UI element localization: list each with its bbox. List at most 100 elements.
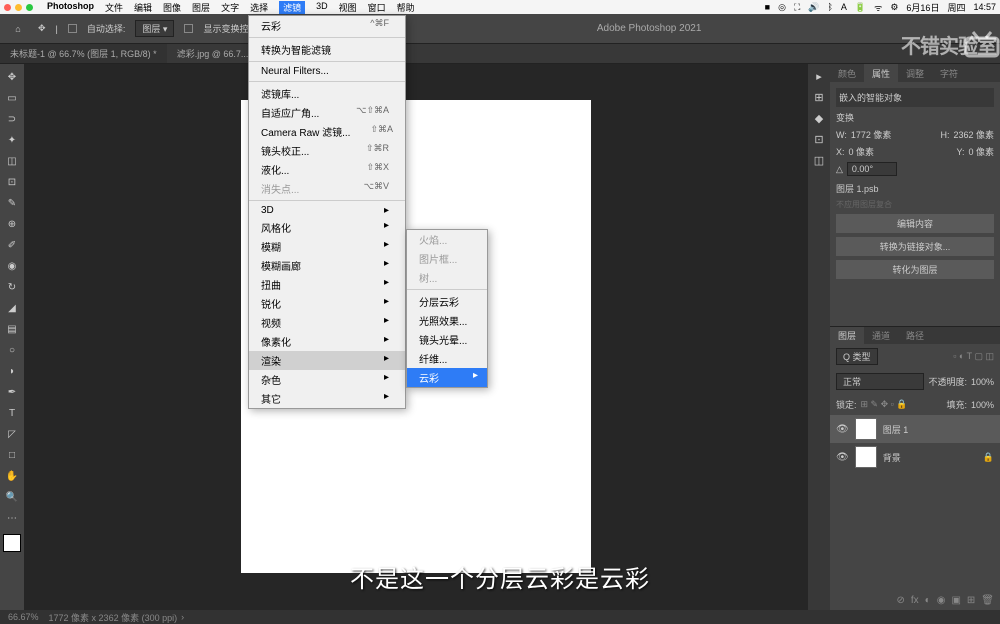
layer-name[interactable]: 图层 1 xyxy=(883,423,909,436)
visibility-icon[interactable]: 👁 xyxy=(836,424,849,435)
menu-layer[interactable]: 图层 xyxy=(192,1,210,14)
crop-tool[interactable]: ◫ xyxy=(3,152,21,170)
render-diff-clouds[interactable]: 分层云彩 xyxy=(407,292,487,311)
menu-image[interactable]: 图像 xyxy=(163,1,181,14)
panel-icon-1[interactable]: ▸ xyxy=(816,70,822,83)
blend-mode-dropdown[interactable]: 正常 xyxy=(836,373,924,390)
menu-view[interactable]: 视图 xyxy=(339,1,357,14)
layer-kind-dropdown[interactable]: Q 类型 xyxy=(836,348,878,365)
marquee-tool[interactable]: ▭ xyxy=(3,89,21,107)
histogram-icon[interactable]: ⊞ xyxy=(814,91,823,104)
menu-3d[interactable]: 3D xyxy=(316,1,328,14)
fill-value[interactable]: 100% xyxy=(971,400,994,410)
link-icon[interactable]: ⊘ xyxy=(897,595,905,606)
window-controls[interactable] xyxy=(4,4,33,11)
convert-linked-button[interactable]: 转换为链接对象... xyxy=(836,237,994,256)
camera-icon[interactable]: ◎ xyxy=(778,2,786,13)
eraser-tool[interactable]: ◢ xyxy=(3,299,21,317)
visibility-icon[interactable]: 👁 xyxy=(836,452,849,463)
time[interactable]: 14:57 xyxy=(973,2,996,12)
tab-character[interactable]: 字符 xyxy=(932,64,966,82)
filter-convert-smart[interactable]: 转换为智能滤镜 xyxy=(249,40,405,59)
trash-icon[interactable]: 🗑 xyxy=(981,595,994,606)
filter-sharpen[interactable]: 锐化▸ xyxy=(249,294,405,313)
tab-layers[interactable]: 图层 xyxy=(830,327,864,344)
filter-pixelate[interactable]: 像素化▸ xyxy=(249,332,405,351)
layer-name[interactable]: 背景 xyxy=(883,451,901,464)
wand-tool[interactable]: ✦ xyxy=(3,131,21,149)
more-tools[interactable]: ⋯ xyxy=(3,509,21,527)
angle-input[interactable]: 0.00° xyxy=(847,162,897,176)
type-tool[interactable]: T xyxy=(3,404,21,422)
y-value[interactable]: 0 像素 xyxy=(968,145,994,158)
move-tool[interactable]: ✥ xyxy=(3,68,21,86)
filter-camera-raw[interactable]: Camera Raw 滤镜...⇧⌘A xyxy=(249,122,405,141)
x-value[interactable]: 0 像素 xyxy=(849,145,875,158)
filter-blur-gallery[interactable]: 模糊画廊▸ xyxy=(249,256,405,275)
filter-liquify[interactable]: 液化...⇧⌘X xyxy=(249,160,405,179)
tab-color[interactable]: 颜色 xyxy=(830,64,864,82)
color-swatch[interactable] xyxy=(3,534,21,552)
filter-adaptive[interactable]: 自适应广角...⌥⇧⌘A xyxy=(249,103,405,122)
folder-icon[interactable]: ▣ xyxy=(951,595,960,606)
path-tool[interactable]: ◸ xyxy=(3,425,21,443)
brush-tool[interactable]: ✐ xyxy=(3,236,21,254)
history-brush-tool[interactable]: ↻ xyxy=(3,278,21,296)
layer-thumb[interactable] xyxy=(855,446,877,468)
hand-tool[interactable]: ✋ xyxy=(3,467,21,485)
minimize-icon[interactable] xyxy=(15,4,22,11)
lock-icons[interactable]: ⊞ ✎ ✥ ▫ 🔒 xyxy=(861,399,908,410)
show-transform-checkbox[interactable] xyxy=(184,24,193,33)
battery-icon[interactable]: 🔋 xyxy=(855,2,866,13)
lasso-tool[interactable]: ⊃ xyxy=(3,110,21,128)
close-icon[interactable] xyxy=(4,4,11,11)
filter-lens[interactable]: 镜头校正...⇧⌘R xyxy=(249,141,405,160)
color-icon[interactable]: ◆ xyxy=(815,112,823,125)
status-arrow-icon[interactable]: › xyxy=(181,612,184,622)
gradient-tool[interactable]: ▤ xyxy=(3,320,21,338)
menu-type[interactable]: 文字 xyxy=(221,1,239,14)
opacity-value[interactable]: 100% xyxy=(971,377,994,387)
tab-properties[interactable]: 属性 xyxy=(864,64,898,82)
move-tool-icon[interactable]: ✥ xyxy=(38,23,46,34)
pen-tool[interactable]: ✒ xyxy=(3,383,21,401)
bluetooth-icon[interactable]: ᛒ xyxy=(827,2,832,12)
tab-paths[interactable]: 路径 xyxy=(898,327,932,344)
menu-file[interactable]: 文件 xyxy=(105,1,123,14)
eyedropper-tool[interactable]: ✎ xyxy=(3,194,21,212)
stamp-tool[interactable]: ◉ xyxy=(3,257,21,275)
filter-neural[interactable]: Neural Filters... xyxy=(249,64,405,79)
filter-other[interactable]: 其它▸ xyxy=(249,389,405,408)
wifi-icon[interactable]: ᯤ xyxy=(874,1,882,14)
lock-icon[interactable]: 🔒 xyxy=(983,452,994,463)
a-icon[interactable]: A xyxy=(841,2,847,12)
swatch-icon[interactable]: ⊡ xyxy=(814,133,823,146)
frame-tool[interactable]: ⊡ xyxy=(3,173,21,191)
tab-adjustments[interactable]: 调整 xyxy=(898,64,932,82)
width-value[interactable]: 1772 像素 xyxy=(851,128,892,141)
volume-icon[interactable]: 🔊 xyxy=(808,2,819,13)
tab-untitled[interactable]: 未标题-1 @ 66.7% (图层 1, RGB/8) * xyxy=(0,44,167,63)
filter-render[interactable]: 渲染▸ xyxy=(249,351,405,370)
filter-stylize[interactable]: 风格化▸ xyxy=(249,218,405,237)
tab-channels[interactable]: 通道 xyxy=(864,327,898,344)
filter-icons[interactable]: ▫ ◐ T ▢ ◫ xyxy=(953,351,994,362)
render-lighting[interactable]: 光照效果... xyxy=(407,311,487,330)
filter-blur[interactable]: 模糊▸ xyxy=(249,237,405,256)
date[interactable]: 6月16日 xyxy=(906,1,939,14)
menu-filter[interactable]: 滤镜 xyxy=(279,1,305,14)
render-lens-flare[interactable]: 镜头光晕... xyxy=(407,330,487,349)
menu-select[interactable]: 选择 xyxy=(250,1,268,14)
zoom-tool[interactable]: 🔍 xyxy=(3,488,21,506)
shape-tool[interactable]: □ xyxy=(3,446,21,464)
screen-icon[interactable]: ⛶ xyxy=(794,2,800,13)
zoom-value[interactable]: 66.67% xyxy=(8,612,39,622)
adjust-icon[interactable]: ◉ xyxy=(937,595,946,606)
filter-video[interactable]: 视频▸ xyxy=(249,313,405,332)
control-icon[interactable]: ⚙ xyxy=(890,2,898,13)
filter-3d[interactable]: 3D▸ xyxy=(249,203,405,218)
heal-tool[interactable]: ⊕ xyxy=(3,215,21,233)
filter-noise[interactable]: 杂色▸ xyxy=(249,370,405,389)
filter-distort[interactable]: 扭曲▸ xyxy=(249,275,405,294)
app-name[interactable]: Photoshop xyxy=(47,1,94,14)
